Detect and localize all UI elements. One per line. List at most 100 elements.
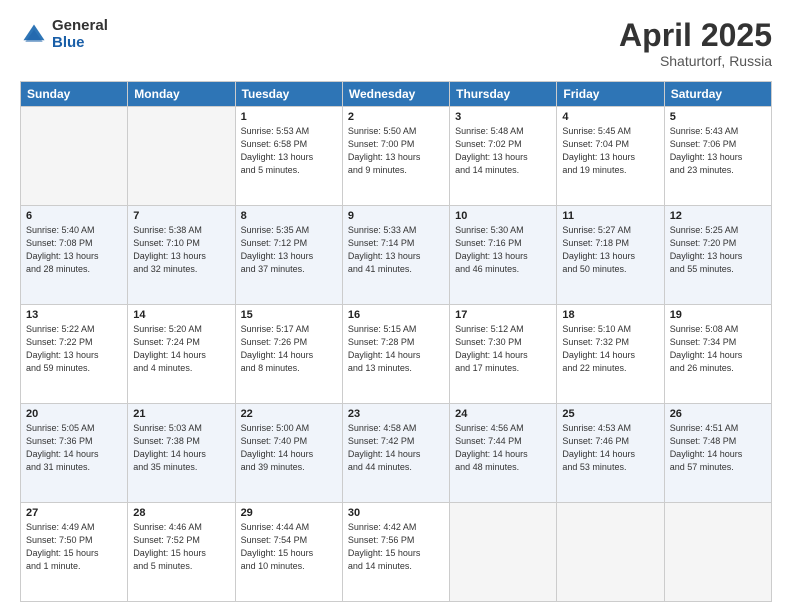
calendar-cell: 3Sunrise: 5:48 AM Sunset: 7:02 PM Daylig… <box>450 107 557 206</box>
day-info: Sunrise: 4:56 AM Sunset: 7:44 PM Dayligh… <box>455 422 551 474</box>
calendar-header-tuesday: Tuesday <box>235 82 342 107</box>
calendar-header-sunday: Sunday <box>21 82 128 107</box>
calendar-week-1: 1 Sunrise: 5:53 AM Sunset: 6:58 PM Daylig… <box>21 107 772 206</box>
calendar-header-monday: Monday <box>128 82 235 107</box>
day-info: Sunrise: 5:27 AM Sunset: 7:18 PM Dayligh… <box>562 224 658 276</box>
day-number: 25 <box>562 408 658 420</box>
calendar-header-saturday: Saturday <box>664 82 771 107</box>
day-number: 11 <box>562 210 658 222</box>
calendar-cell <box>664 503 771 602</box>
calendar-cell: 7 Sunrise: 5:38 AM Sunset: 7:10 PM Daylig… <box>128 206 235 305</box>
day-number: 12 <box>670 210 766 222</box>
day-number: 26 <box>670 408 766 420</box>
calendar-cell <box>557 503 664 602</box>
day-number: 27 <box>26 507 122 519</box>
calendar-cell: 13Sunrise: 5:22 AM Sunset: 7:22 PM Dayli… <box>21 305 128 404</box>
day-number: 18 <box>562 309 658 321</box>
day-info: Sunrise: 5:22 AM Sunset: 7:22 PM Dayligh… <box>26 323 122 375</box>
day-info: Sunrise: 5:33 AM Sunset: 7:14 PM Dayligh… <box>348 224 444 276</box>
day-info: Sunrise: 5:20 AM Sunset: 7:24 PM Dayligh… <box>133 323 229 375</box>
day-info: Sunrise: 5:38 AM Sunset: 7:10 PM Dayligh… <box>133 224 229 276</box>
day-info: Sunrise: 4:46 AM Sunset: 7:52 PM Dayligh… <box>133 521 229 573</box>
day-info: Sunrise: 5:25 AM Sunset: 7:20 PM Dayligh… <box>670 224 766 276</box>
day-info: Sunrise: 5:00 AM Sunset: 7:40 PM Dayligh… <box>241 422 337 474</box>
calendar-cell: 8Sunrise: 5:35 AM Sunset: 7:12 PM Daylig… <box>235 206 342 305</box>
calendar-cell: 20Sunrise: 5:05 AM Sunset: 7:36 PM Dayli… <box>21 404 128 503</box>
day-number: 16 <box>348 309 444 321</box>
day-info: Sunrise: 4:58 AM Sunset: 7:42 PM Dayligh… <box>348 422 444 474</box>
calendar-cell: 2Sunrise: 5:50 AM Sunset: 7:00 PM Daylig… <box>342 107 449 206</box>
calendar-cell: 21Sunrise: 5:03 AM Sunset: 7:38 PM Dayli… <box>128 404 235 503</box>
day-info: Sunrise: 5:50 AM Sunset: 7:00 PM Dayligh… <box>348 125 444 177</box>
calendar-cell: 22 Sunrise: 5:00 AM Sunset: 7:40 PM Dayli… <box>235 404 342 503</box>
logo-general-text: General <box>52 18 108 35</box>
calendar-cell: 15Sunrise: 5:17 AM Sunset: 7:26 PM Dayli… <box>235 305 342 404</box>
calendar-cell: 18 Sunrise: 5:10 AM Sunset: 7:32 PM Dayli… <box>557 305 664 404</box>
calendar-cell <box>450 503 557 602</box>
day-number: 5 <box>670 111 766 123</box>
day-info: Sunrise: 5:30 AM Sunset: 7:16 PM Dayligh… <box>455 224 551 276</box>
calendar-cell: 11 Sunrise: 5:27 AM Sunset: 7:18 PM Dayli… <box>557 206 664 305</box>
day-number: 21 <box>133 408 229 420</box>
calendar-cell: 5 Sunrise: 5:43 AM Sunset: 7:06 PM Daylig… <box>664 107 771 206</box>
day-info: Sunrise: 4:42 AM Sunset: 7:56 PM Dayligh… <box>348 521 444 573</box>
calendar-cell: 16Sunrise: 5:15 AM Sunset: 7:28 PM Dayli… <box>342 305 449 404</box>
calendar-cell: 25 Sunrise: 4:53 AM Sunset: 7:46 PM Dayli… <box>557 404 664 503</box>
calendar-cell <box>128 107 235 206</box>
day-info: Sunrise: 5:35 AM Sunset: 7:12 PM Dayligh… <box>241 224 337 276</box>
page: General Blue April 2025 Shaturtorf, Russ… <box>0 0 792 612</box>
day-info: Sunrise: 5:10 AM Sunset: 7:32 PM Dayligh… <box>562 323 658 375</box>
day-info: Sunrise: 5:17 AM Sunset: 7:26 PM Dayligh… <box>241 323 337 375</box>
day-number: 14 <box>133 309 229 321</box>
day-info: Sunrise: 4:53 AM Sunset: 7:46 PM Dayligh… <box>562 422 658 474</box>
subtitle: Shaturtorf, Russia <box>619 53 772 69</box>
calendar-header-wednesday: Wednesday <box>342 82 449 107</box>
day-number: 29 <box>241 507 337 519</box>
day-number: 7 <box>133 210 229 222</box>
calendar-week-2: 6 Sunrise: 5:40 AM Sunset: 7:08 PM Daylig… <box>21 206 772 305</box>
calendar-cell: 26Sunrise: 4:51 AM Sunset: 7:48 PM Dayli… <box>664 404 771 503</box>
day-number: 17 <box>455 309 551 321</box>
day-number: 24 <box>455 408 551 420</box>
day-info: Sunrise: 4:44 AM Sunset: 7:54 PM Dayligh… <box>241 521 337 573</box>
calendar-cell: 12 Sunrise: 5:25 AM Sunset: 7:20 PM Dayli… <box>664 206 771 305</box>
calendar-week-4: 20Sunrise: 5:05 AM Sunset: 7:36 PM Dayli… <box>21 404 772 503</box>
calendar-cell: 30 Sunrise: 4:42 AM Sunset: 7:56 PM Dayli… <box>342 503 449 602</box>
calendar: SundayMondayTuesdayWednesdayThursdayFrid… <box>20 81 772 602</box>
calendar-cell: 14 Sunrise: 5:20 AM Sunset: 7:24 PM Dayli… <box>128 305 235 404</box>
day-number: 30 <box>348 507 444 519</box>
day-info: Sunrise: 5:43 AM Sunset: 7:06 PM Dayligh… <box>670 125 766 177</box>
day-number: 22 <box>241 408 337 420</box>
day-number: 9 <box>348 210 444 222</box>
main-title: April 2025 <box>619 18 772 53</box>
calendar-week-5: 27Sunrise: 4:49 AM Sunset: 7:50 PM Dayli… <box>21 503 772 602</box>
day-info: Sunrise: 5:05 AM Sunset: 7:36 PM Dayligh… <box>26 422 122 474</box>
day-info: Sunrise: 5:45 AM Sunset: 7:04 PM Dayligh… <box>562 125 658 177</box>
day-number: 1 <box>241 111 337 123</box>
day-info: Sunrise: 5:40 AM Sunset: 7:08 PM Dayligh… <box>26 224 122 276</box>
calendar-cell: 24 Sunrise: 4:56 AM Sunset: 7:44 PM Dayli… <box>450 404 557 503</box>
calendar-cell: 28 Sunrise: 4:46 AM Sunset: 7:52 PM Dayli… <box>128 503 235 602</box>
calendar-header-thursday: Thursday <box>450 82 557 107</box>
day-info: Sunrise: 5:48 AM Sunset: 7:02 PM Dayligh… <box>455 125 551 177</box>
logo: General Blue <box>20 18 108 51</box>
calendar-header-friday: Friday <box>557 82 664 107</box>
calendar-cell: 19Sunrise: 5:08 AM Sunset: 7:34 PM Dayli… <box>664 305 771 404</box>
day-number: 4 <box>562 111 658 123</box>
day-number: 19 <box>670 309 766 321</box>
day-number: 28 <box>133 507 229 519</box>
calendar-cell: 23 Sunrise: 4:58 AM Sunset: 7:42 PM Dayli… <box>342 404 449 503</box>
calendar-cell: 29 Sunrise: 4:44 AM Sunset: 7:54 PM Dayli… <box>235 503 342 602</box>
calendar-cell: 27Sunrise: 4:49 AM Sunset: 7:50 PM Dayli… <box>21 503 128 602</box>
day-number: 10 <box>455 210 551 222</box>
day-info: Sunrise: 5:53 AM Sunset: 6:58 PM Dayligh… <box>241 125 337 177</box>
calendar-cell <box>21 107 128 206</box>
calendar-cell: 4 Sunrise: 5:45 AM Sunset: 7:04 PM Daylig… <box>557 107 664 206</box>
calendar-week-3: 13Sunrise: 5:22 AM Sunset: 7:22 PM Dayli… <box>21 305 772 404</box>
day-number: 23 <box>348 408 444 420</box>
day-number: 6 <box>26 210 122 222</box>
calendar-cell: 9 Sunrise: 5:33 AM Sunset: 7:14 PM Daylig… <box>342 206 449 305</box>
calendar-cell: 10 Sunrise: 5:30 AM Sunset: 7:16 PM Dayli… <box>450 206 557 305</box>
day-info: Sunrise: 5:12 AM Sunset: 7:30 PM Dayligh… <box>455 323 551 375</box>
calendar-header-row: SundayMondayTuesdayWednesdayThursdayFrid… <box>21 82 772 107</box>
